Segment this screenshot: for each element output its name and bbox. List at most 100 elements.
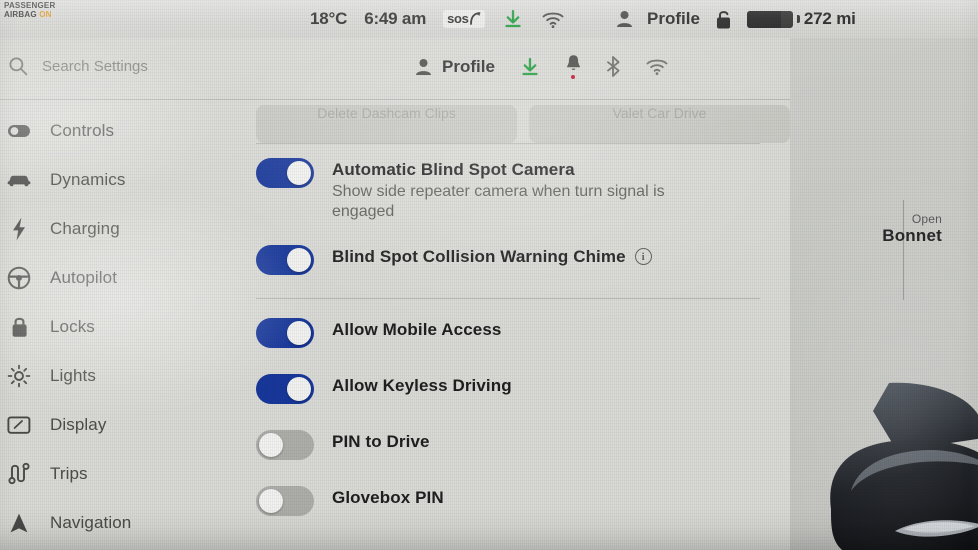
option-row-glovebox-pin[interactable]: Glovebox PIN <box>256 460 790 516</box>
search-icon <box>9 57 28 76</box>
sos-label: sos <box>447 11 469 26</box>
sidebar-item-lights[interactable]: Lights <box>0 351 248 400</box>
battery-icon <box>746 10 793 28</box>
download-icon[interactable] <box>519 56 541 78</box>
search-settings-row[interactable]: Search Settings <box>8 56 148 76</box>
route-icon <box>6 462 32 485</box>
wifi-icon[interactable] <box>541 10 565 29</box>
sidebar-item-label: Navigation <box>50 512 132 532</box>
sidebar-item-label: Locks <box>50 316 95 336</box>
status-profile-label[interactable]: Profile <box>647 9 700 29</box>
sidebar-item-controls[interactable]: Controls <box>0 106 248 155</box>
sidebar-item-locks[interactable]: Locks <box>0 302 248 351</box>
sidebar-item-charging[interactable]: Charging <box>0 204 248 253</box>
person-icon <box>617 11 632 27</box>
status-bar-center: 18°C 6:49 am sos <box>310 0 565 38</box>
automatic-blind-spot-camera-toggle[interactable] <box>256 158 314 188</box>
pin-to-drive-toggle[interactable] <box>256 429 314 460</box>
phone-handset-icon <box>469 12 481 25</box>
settings-sidebar: Controls Dynamics Charging Autopilot Loc… <box>0 100 248 550</box>
unlock-icon[interactable] <box>714 9 733 30</box>
sidebar-item-label: Controls <box>50 120 115 140</box>
toggle-knob <box>259 432 283 457</box>
passenger-airbag-indicator: PASSENGER AIRBAG ON <box>4 1 64 19</box>
vehicle-visualization-panel: Open Bonnet <box>790 0 978 550</box>
person-icon <box>416 58 431 75</box>
car-front-view-dark[interactable] <box>790 359 978 550</box>
steering-wheel-icon <box>6 266 32 290</box>
option-title: PIN to Drive <box>332 431 430 451</box>
toggle-knob <box>287 320 311 345</box>
option-title: Automatic Blind Spot Camera <box>332 160 575 179</box>
profile-label: Profile <box>442 56 495 76</box>
battery-fill <box>746 10 781 28</box>
settings-header-icons: Profile <box>415 54 669 79</box>
open-bonnet-button[interactable]: Open Bonnet <box>882 212 942 246</box>
option-row-blind-spot-collision-warning-chime[interactable]: Blind Spot Collision Warning Chime i <box>256 223 790 275</box>
airbag-on-state: ON <box>39 9 52 19</box>
car-touchscreen: PASSENGER AIRBAG ON 18°C 6:49 am sos Pro… <box>0 0 978 550</box>
lightning-bolt-icon <box>6 217 32 241</box>
option-title: Allow Keyless Driving <box>332 375 512 395</box>
notification-dot <box>571 75 576 79</box>
wifi-icon[interactable] <box>645 57 669 76</box>
option-subtitle: Show side repeater camera when turn sign… <box>332 183 665 221</box>
toggle-knob <box>287 376 311 401</box>
option-title: Blind Spot Collision Warning Chime <box>332 246 626 266</box>
sidebar-item-label: Autopilot <box>50 267 118 287</box>
info-circle-icon[interactable]: i <box>634 248 652 266</box>
toggle-knob <box>287 161 311 185</box>
notifications-button[interactable] <box>565 54 582 79</box>
settings-options-list[interactable]: Delete Dashcam Clips Valet Car Drive Aut… <box>248 100 790 550</box>
option-title: Allow Mobile Access <box>332 319 502 339</box>
valet-car-drive-button[interactable]: Valet Car Drive <box>529 105 790 143</box>
sidebar-item-display[interactable]: Display <box>0 400 248 449</box>
sos-button[interactable]: sos <box>443 10 485 28</box>
option-row-allow-mobile-access[interactable]: Allow Mobile Access <box>256 299 790 348</box>
option-row-allow-keyless-driving[interactable]: Allow Keyless Driving <box>256 348 790 404</box>
download-icon[interactable] <box>502 8 524 30</box>
sidebar-item-navigation[interactable]: Navigation <box>0 498 248 547</box>
top-action-buttons: Delete Dashcam Clips Valet Car Drive <box>256 100 790 143</box>
sidebar-item-label: Display <box>50 414 107 434</box>
battery-indicator: 272 mi <box>746 9 856 29</box>
open-bonnet-action: Open <box>911 212 942 226</box>
status-bar-right: Profile 272 mi <box>616 0 856 38</box>
option-title: Glovebox PIN <box>332 487 444 507</box>
car-icon <box>6 172 32 187</box>
glovebox-pin-toggle[interactable] <box>256 485 314 516</box>
sidebar-item-dynamics[interactable]: Dynamics <box>0 155 248 204</box>
outside-temperature: 18°C <box>310 9 348 28</box>
option-row-pin-to-drive[interactable]: PIN to Drive <box>256 404 790 460</box>
toggle-switch-icon <box>6 124 32 138</box>
bluetooth-icon[interactable] <box>606 56 621 77</box>
settings-panel: Search Settings Profile Controls Dynamic… <box>0 38 790 550</box>
bell-icon <box>566 55 580 70</box>
profile-button[interactable]: Profile <box>415 57 495 77</box>
sidebar-item-autopilot[interactable]: Autopilot <box>0 253 248 302</box>
open-bonnet-target: Bonnet <box>882 226 942 245</box>
sidebar-item-trips[interactable]: Trips <box>0 449 248 498</box>
display-screen-icon <box>6 415 32 435</box>
delete-dashcam-clips-button[interactable]: Delete Dashcam Clips <box>256 105 517 143</box>
sidebar-item-label: Trips <box>50 463 88 483</box>
settings-body: Controls Dynamics Charging Autopilot Loc… <box>0 100 790 550</box>
battery-cap <box>796 15 800 23</box>
range-remaining: 272 mi <box>803 9 856 28</box>
sidebar-item-label: Lights <box>50 365 96 385</box>
sidebar-item-label: Charging <box>50 218 120 238</box>
toggle-knob <box>287 247 311 272</box>
padlock-icon <box>6 315 32 338</box>
toggle-knob <box>259 488 283 513</box>
sidebar-item-label: Dynamics <box>50 169 126 189</box>
settings-header: Search Settings Profile <box>0 38 790 100</box>
airbag-line-2: AIRBAG ON <box>4 9 52 19</box>
allow-mobile-access-toggle[interactable] <box>256 317 314 348</box>
allow-keyless-driving-toggle[interactable] <box>256 373 314 404</box>
status-bar: PASSENGER AIRBAG ON 18°C 6:49 am sos Pro… <box>0 0 978 38</box>
clock: 6:49 am <box>364 9 427 28</box>
blind-spot-collision-warning-chime-toggle[interactable] <box>256 244 314 275</box>
option-row-automatic-blind-spot-camera[interactable]: Automatic Blind Spot Camera Show side re… <box>256 144 790 223</box>
search-input[interactable]: Search Settings <box>42 58 148 75</box>
brightness-sun-icon <box>6 364 32 388</box>
